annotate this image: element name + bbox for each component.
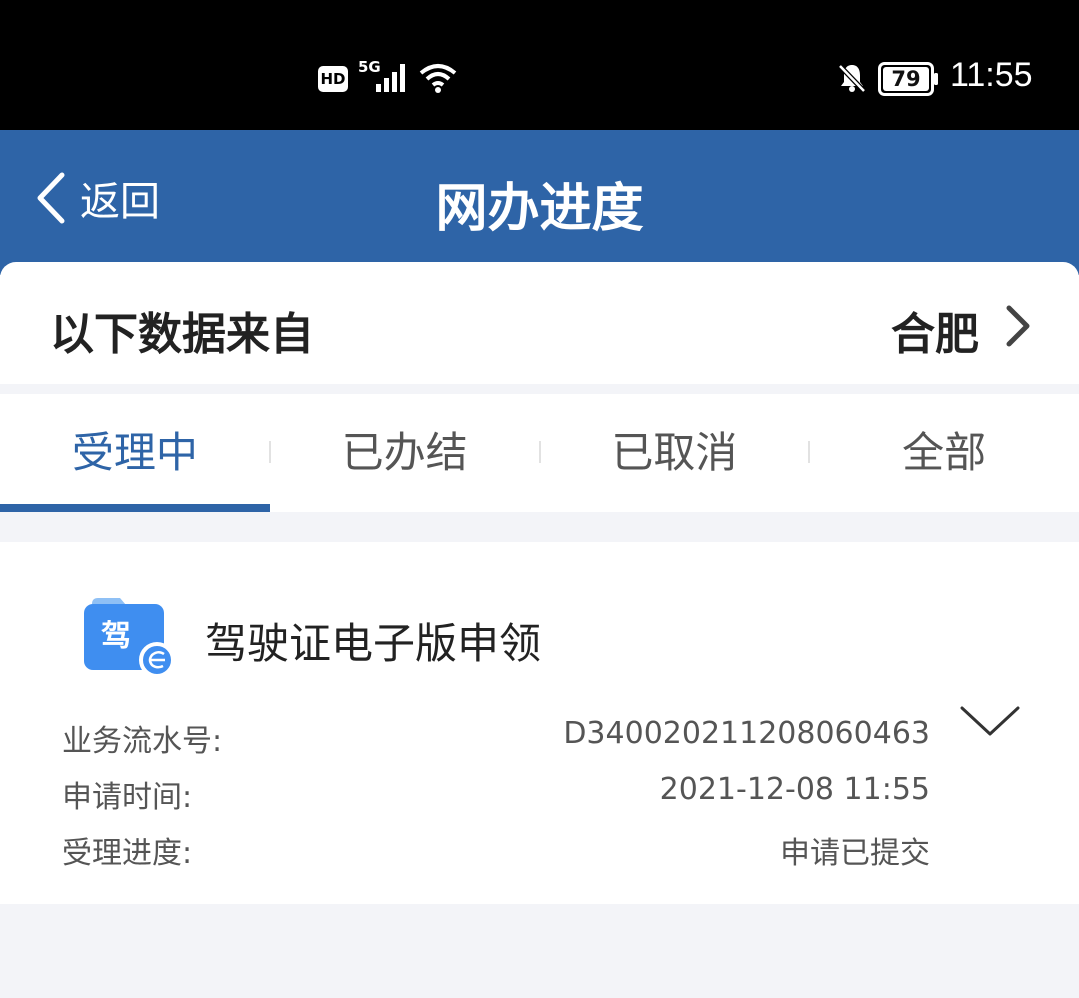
tab-all[interactable]: 全部 [809, 394, 1079, 512]
tab-cancelled[interactable]: 已取消 [540, 394, 811, 512]
service-title: 驾驶证电子版申领 [205, 619, 542, 668]
bell-muted-icon [838, 64, 866, 93]
field-apply-time: 申请时间: 2021-12-08 11:55 [62, 772, 930, 815]
battery-level: 79 [891, 67, 921, 91]
tab-label: 已取消 [611, 428, 738, 477]
back-button[interactable]: 返回 [34, 168, 160, 228]
chevron-right-icon[interactable] [1004, 304, 1032, 348]
tab-label: 全部 [902, 428, 987, 477]
field-label: 受理进度: [62, 836, 193, 871]
status-bar: HD 5G 79 11:55 [0, 0, 1079, 130]
data-source-row: 以下数据来自 合肥 [0, 262, 1079, 384]
chevron-down-icon[interactable] [958, 702, 1022, 742]
field-label: 申请时间: [62, 780, 193, 815]
field-value: 2021-12-08 11:55 [659, 772, 930, 807]
wifi-icon [419, 64, 457, 93]
field-serial-number: 业务流水号: D340020211208060463 [62, 716, 930, 759]
application-record-card[interactable]: 驾 驾驶证电子版申领 业务流水号: D340020211208060463 申请… [0, 542, 1079, 904]
city-selector[interactable]: 合肥 [891, 298, 979, 362]
chevron-left-icon [37, 172, 65, 224]
data-source-label: 以下数据来自 [50, 309, 314, 360]
license-char: 驾 [101, 619, 131, 654]
hd-badge: HD [318, 66, 348, 92]
status-badge: 申请已提交 [780, 836, 930, 871]
tab-label: 已办结 [341, 428, 468, 477]
status-tabs: 受理中 已办结 已取消 全部 [0, 394, 1079, 512]
back-label: 返回 [80, 179, 160, 225]
field-label: 业务流水号: [62, 724, 223, 759]
clock: 11:55 [950, 56, 1033, 94]
tab-label: 受理中 [71, 428, 198, 477]
nav-bar: 网办进度 返回 [0, 130, 1079, 275]
tab-completed[interactable]: 已办结 [270, 394, 541, 512]
page-title: 网办进度 [435, 179, 644, 239]
signal-icon [376, 64, 405, 92]
field-value: D340020211208060463 [563, 716, 930, 751]
field-progress: 受理进度: 申请已提交 [62, 828, 930, 871]
driving-license-icon: 驾 [84, 598, 175, 678]
tab-in-progress[interactable]: 受理中 [0, 394, 271, 512]
